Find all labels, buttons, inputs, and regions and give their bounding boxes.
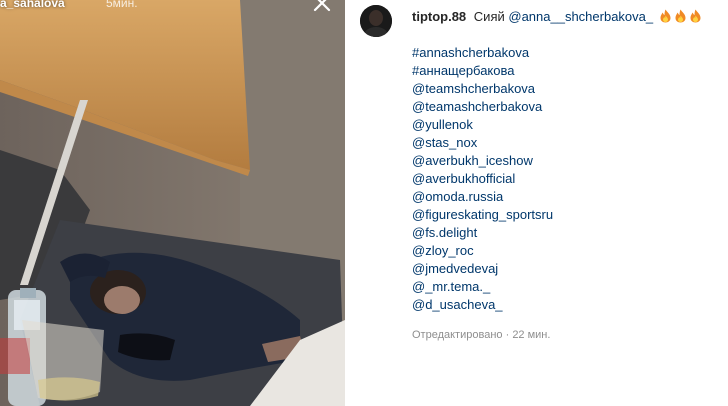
avatar[interactable] — [360, 5, 392, 37]
mention-link[interactable]: @teamshcherbakova — [412, 80, 553, 98]
mention-link[interactable]: @fs.delight — [412, 224, 553, 242]
mention-link[interactable]: @averbukhofficial — [412, 170, 553, 188]
close-button[interactable] — [312, 0, 340, 16]
mention-link[interactable]: @d_usacheva_ — [412, 296, 553, 314]
edited-info: Отредактировано · 22 мин. — [412, 329, 550, 341]
edited-label: Отредактировано — [412, 329, 503, 341]
fire-icon — [675, 9, 686, 23]
mention-link[interactable]: @figureskating_sportsru — [412, 206, 553, 224]
mention-link[interactable]: @averbukh_iceshow — [412, 152, 553, 170]
media-photo — [0, 0, 345, 406]
hashtag-link[interactable]: #аннащербакова — [412, 62, 553, 80]
story-username[interactable]: a_sahalova — [0, 0, 65, 12]
mention-link[interactable]: @_mr.tema._ — [412, 278, 553, 296]
mention-link[interactable]: @jmedvedevaj — [412, 260, 553, 278]
close-icon — [313, 0, 331, 12]
avatar-image — [360, 5, 392, 37]
mention-link[interactable]: @yullenok — [412, 116, 553, 134]
mention-link[interactable]: @omoda.russia — [412, 188, 553, 206]
edited-time: 22 мин. — [512, 329, 551, 341]
meta-separator: · — [505, 329, 510, 341]
mention-link[interactable]: @teamashcherbakova — [412, 98, 553, 116]
hashtag-link[interactable]: #annashcherbakova — [412, 44, 553, 62]
story-time: 5мин. — [106, 0, 138, 10]
caption-mention[interactable]: @anna__shcherbakova_ — [508, 9, 653, 24]
tag-list: #annashcherbakova #аннащербакова @teamsh… — [412, 44, 553, 314]
caption-text: Сияй — [473, 9, 505, 24]
mention-link[interactable]: @stas_nox — [412, 134, 553, 152]
post-author[interactable]: tiptop.88 — [412, 9, 466, 24]
post-caption: tiptop.88 Сияй @anna__shcherbakova_ — [412, 8, 702, 26]
fire-icon — [660, 9, 671, 23]
mention-link[interactable]: @zloy_roc — [412, 242, 553, 260]
fire-icon — [690, 9, 701, 23]
story-media[interactable]: a_sahalova 5мин. — [0, 0, 345, 406]
